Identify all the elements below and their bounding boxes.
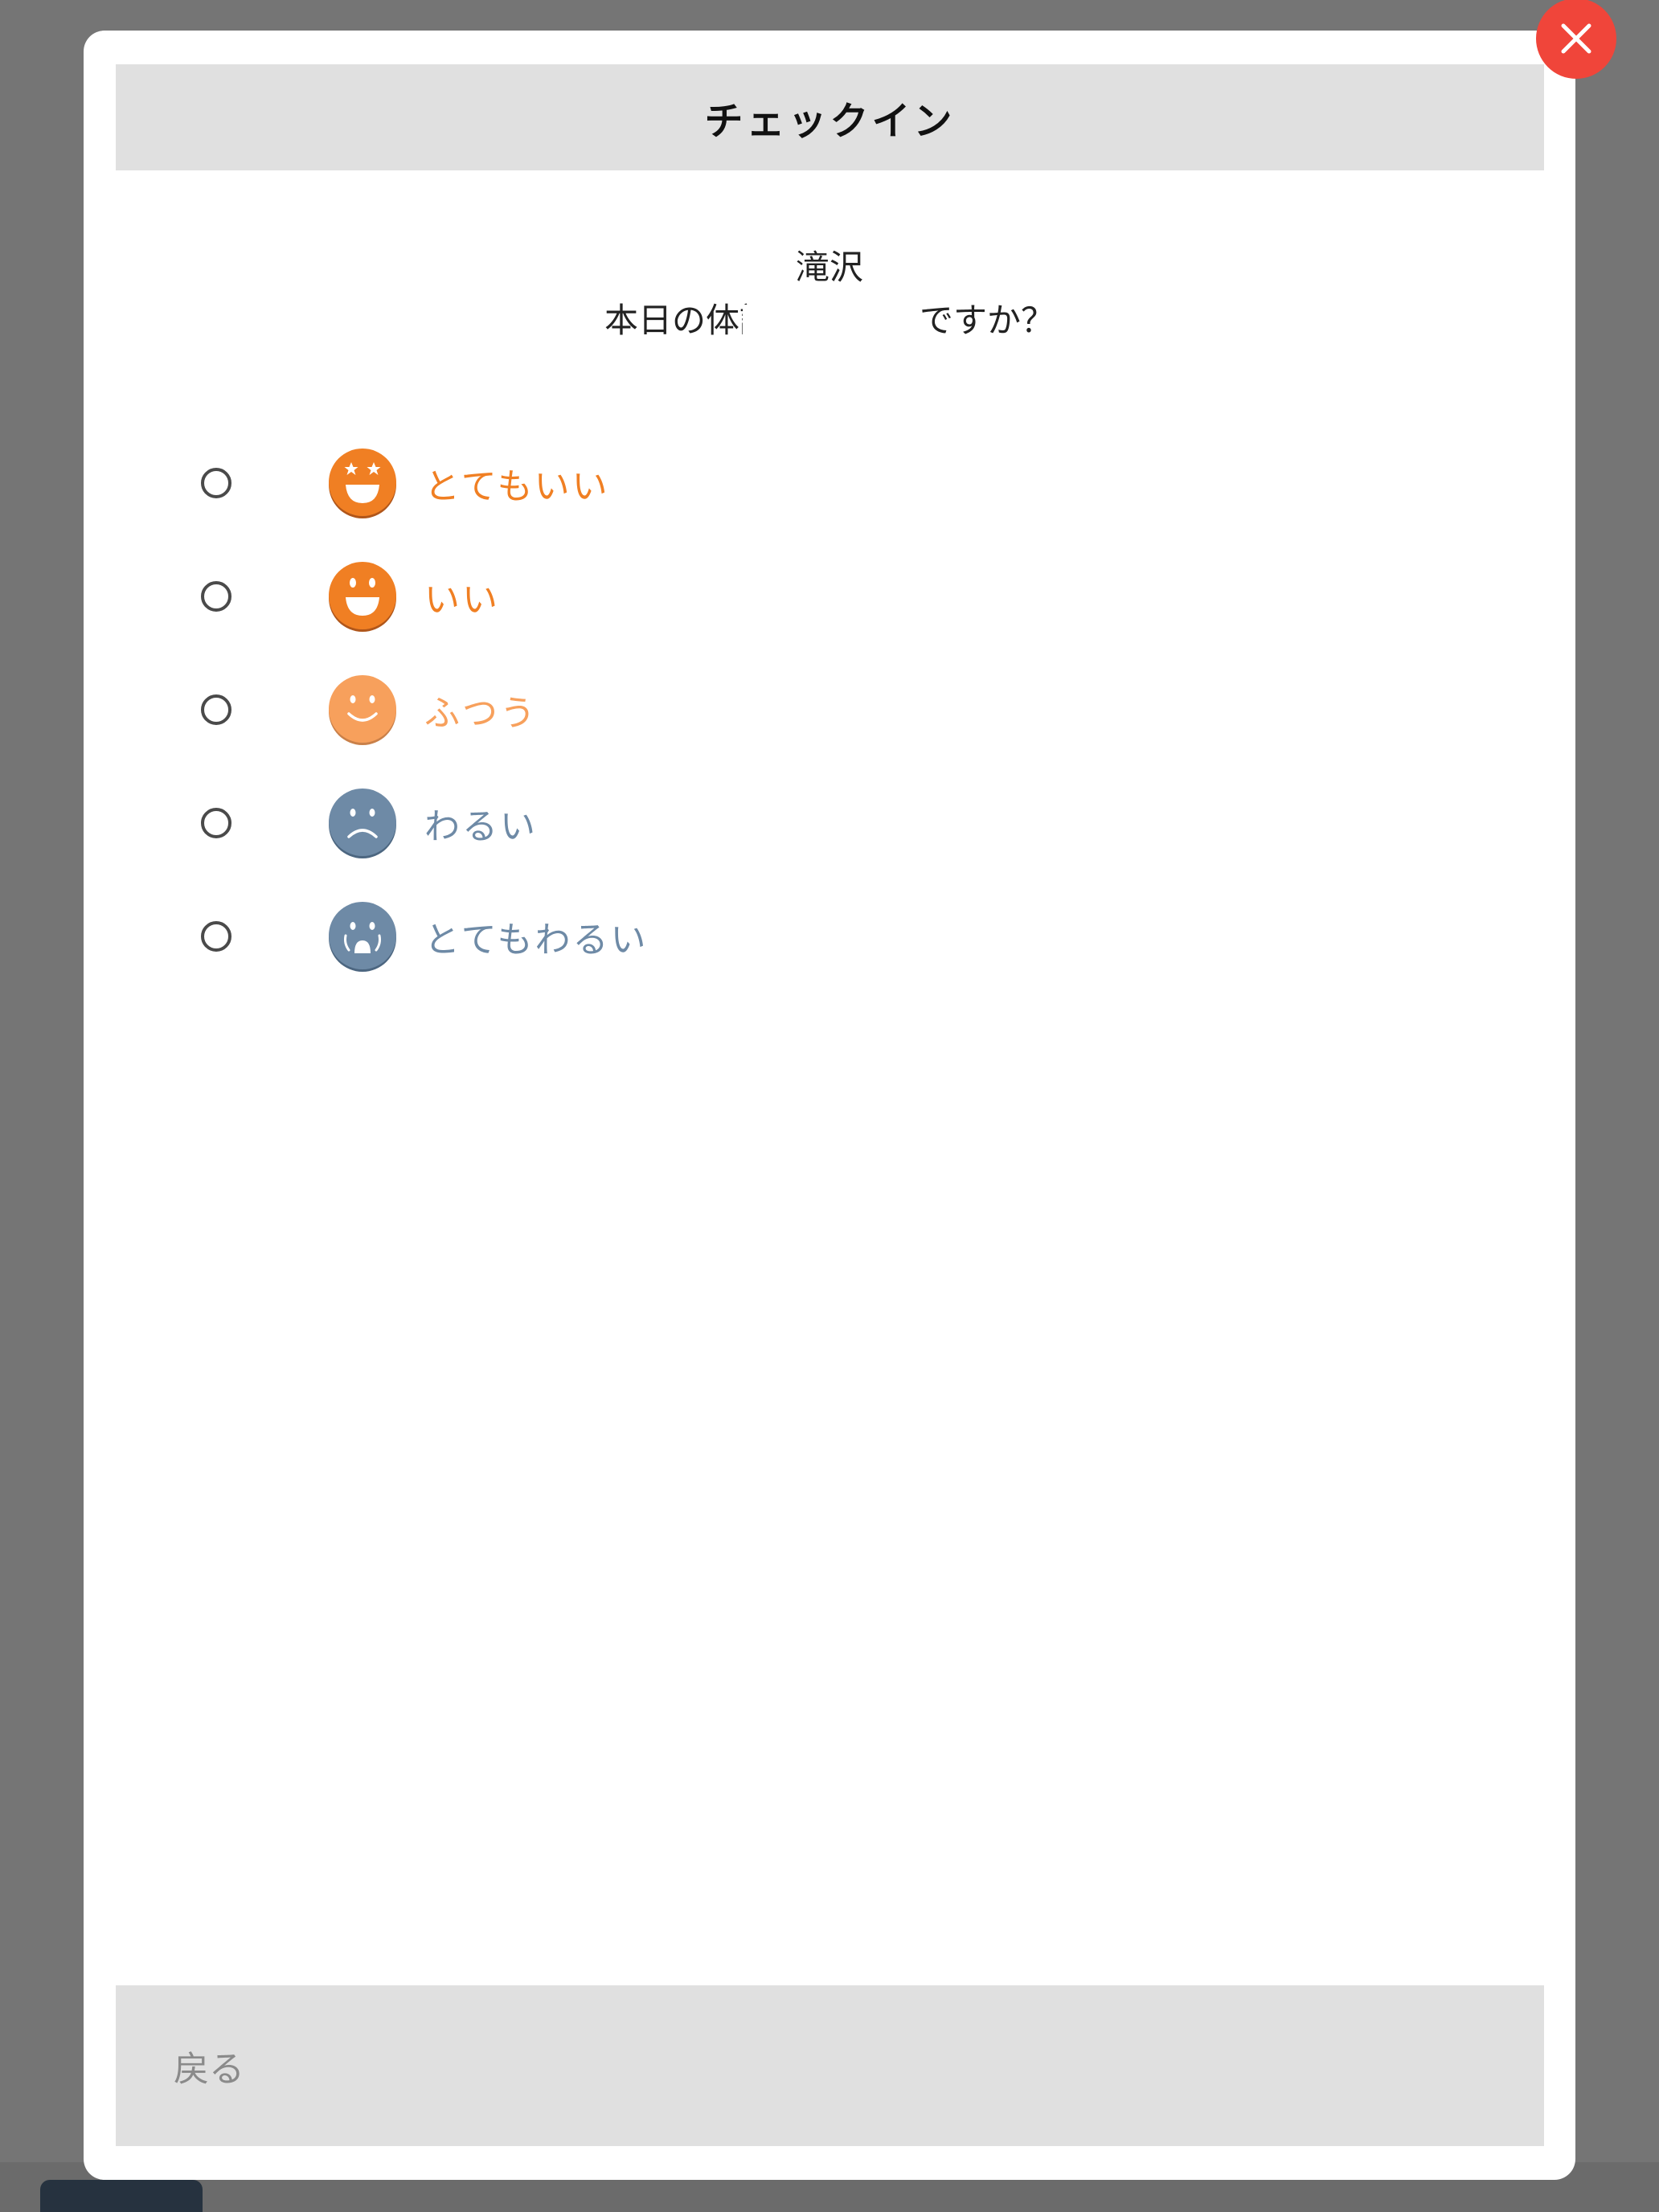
option-label: とてもわるい [424, 919, 649, 961]
radio-button[interactable] [201, 807, 231, 838]
option-label: いい [424, 579, 500, 621]
checkin-modal: チェックイン [84, 31, 1575, 2180]
radio-button[interactable] [201, 694, 231, 725]
very-sad-face-icon [329, 901, 396, 972]
question-name: 滝沢 [795, 248, 863, 287]
neutral-face-icon [329, 674, 396, 745]
background-tab [40, 2180, 203, 2212]
option-good[interactable]: いい [201, 539, 648, 653]
close-icon [1561, 23, 1591, 54]
question-suffix: ですか？ [920, 301, 1055, 340]
health-question: 滝沢 本日の体調 ですか？ [84, 241, 1575, 347]
option-label: ふつう [424, 692, 538, 734]
happy-face-icon [329, 561, 396, 632]
option-very-good[interactable]: とてもいい [201, 426, 648, 539]
radio-button[interactable] [201, 580, 231, 612]
redaction-block [743, 304, 920, 342]
radio-button[interactable] [201, 467, 231, 498]
back-button[interactable]: 戻る [174, 2040, 244, 2091]
close-button[interactable] [1536, 0, 1616, 79]
sad-face-icon [329, 788, 396, 858]
modal-header: チェックイン [116, 64, 1544, 170]
modal-footer: 戻る [116, 1985, 1544, 2146]
option-very-bad[interactable]: とてもわるい [201, 879, 648, 993]
option-label: わるい [424, 805, 538, 847]
condition-options: とてもいい いい ふつう わるい とてもわるい [201, 426, 648, 993]
option-label: とてもいい [424, 465, 610, 507]
option-normal[interactable]: ふつう [201, 653, 648, 766]
very-happy-face-icon [329, 448, 396, 518]
modal-title: チェックイン [704, 99, 956, 144]
radio-button[interactable] [201, 920, 231, 952]
question-line: 本日の体調 ですか？ [84, 294, 1575, 347]
option-bad[interactable]: わるい [201, 766, 648, 879]
